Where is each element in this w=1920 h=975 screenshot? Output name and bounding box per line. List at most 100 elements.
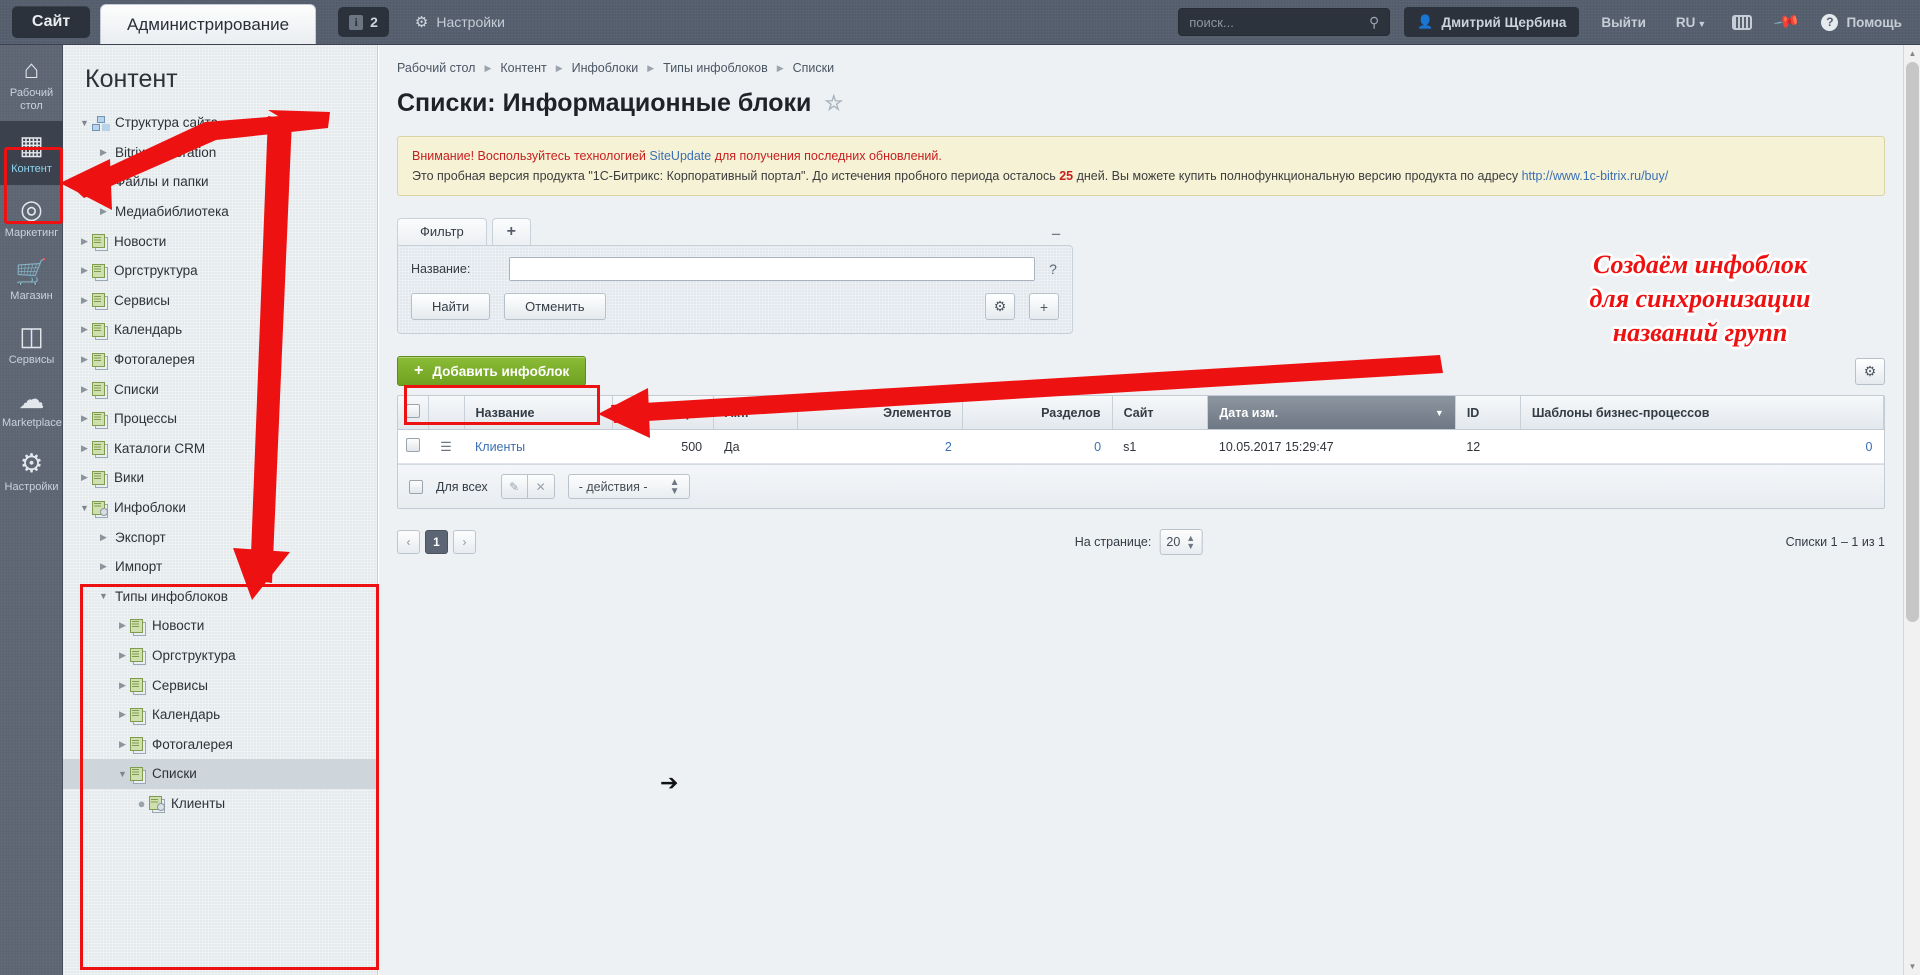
header-site[interactable]: Сайт <box>1112 396 1209 430</box>
header-active[interactable]: Акт. <box>713 396 799 430</box>
breadcrumb-item-content[interactable]: Контент <box>500 61 546 75</box>
edit-selected-button[interactable]: ✎ <box>500 474 528 499</box>
header-date-modified[interactable]: Дата изм. ▼ <box>1207 396 1456 430</box>
per-page-select[interactable]: 20 ▲ ▼ <box>1159 529 1203 555</box>
search-icon[interactable]: ⚲ <box>1369 14 1379 31</box>
twisty-closed-icon[interactable]: ▶ <box>77 472 92 483</box>
bullet-icon[interactable]: ● <box>134 796 149 811</box>
tree-node-новости[interactable]: ▶ Новости <box>63 226 377 256</box>
twisty-open-icon[interactable]: ▼ <box>96 591 111 601</box>
tree-node-типы-инфоблоков[interactable]: ▼ Типы инфоблоков <box>63 582 377 612</box>
collapse-filter-icon[interactable]: − <box>1051 225 1061 245</box>
rail-item-marketing[interactable]: ◎ Маркетинг <box>0 185 63 249</box>
search-box[interactable]: ⚲ <box>1178 8 1391 36</box>
tree-node-списки[interactable]: ▼ Списки <box>63 759 377 789</box>
language-switcher[interactable]: RU ▼ <box>1676 15 1706 30</box>
twisty-closed-icon[interactable]: ▶ <box>115 739 130 750</box>
breadcrumb-item-infoblock-types[interactable]: Типы инфоблоков <box>663 61 768 75</box>
row-menu-cell[interactable]: ☰ <box>428 429 464 464</box>
header-name[interactable]: Название <box>464 396 613 430</box>
search-input[interactable] <box>1189 14 1369 30</box>
rail-item-marketplace[interactable]: ☁ Marketplace <box>0 375 63 439</box>
row-menu-icon[interactable]: ☰ <box>440 439 452 454</box>
tree-node-каталоги-crm[interactable]: ▶ Каталоги CRM <box>63 434 377 464</box>
tree-node-сервисы[interactable]: ▶ Сервисы <box>63 286 377 316</box>
question-icon[interactable]: ? <box>1047 261 1059 277</box>
twisty-closed-icon[interactable]: ▶ <box>96 147 111 158</box>
siteupdate-link[interactable]: SiteUpdate <box>649 149 711 163</box>
page-1-button[interactable]: 1 <box>425 530 448 554</box>
cell-elements[interactable]: 2 <box>797 429 963 464</box>
tab-site[interactable]: Сайт <box>12 6 90 38</box>
cell-name[interactable]: Клиенты <box>464 429 613 464</box>
twisty-closed-icon[interactable]: ▶ <box>77 265 92 276</box>
tree-node-клиенты[interactable]: ● Клиенты <box>63 789 377 819</box>
twisty-closed-icon[interactable]: ▶ <box>115 709 130 720</box>
grid-settings-button[interactable]: ⚙ <box>1855 357 1885 385</box>
cancel-button[interactable]: Отменить <box>504 293 606 320</box>
header-select-all[interactable] <box>398 396 429 430</box>
pin-icon[interactable]: 📌 <box>1772 8 1801 37</box>
tree-node-списки[interactable]: ▶ Списки <box>63 374 377 404</box>
filter-name-input-wrap[interactable] <box>509 257 1035 281</box>
twisty-open-icon[interactable]: ▼ <box>77 503 92 513</box>
select-all-checkbox[interactable] <box>405 404 420 418</box>
breadcrumb-item-infoblocks[interactable]: Инфоблоки <box>572 61 639 75</box>
tree-node-сервисы[interactable]: ▶ Сервисы <box>63 670 377 700</box>
tree-node-структура-сайта[interactable]: ▼ Структура сайта <box>63 108 377 138</box>
vertical-scrollbar[interactable]: ▲ ▼ <box>1903 45 1920 975</box>
tab-administration[interactable]: Администрирование <box>100 4 317 44</box>
filter-settings-button[interactable]: ⚙ <box>985 293 1015 320</box>
filter-name-input[interactable] <box>510 258 1034 280</box>
actions-select[interactable]: - действия - ▲ ▼ <box>567 474 691 499</box>
header-sections[interactable]: Разделов <box>962 396 1113 430</box>
star-icon[interactable]: ☆ <box>824 91 843 116</box>
twisty-closed-icon[interactable]: ▶ <box>115 680 130 691</box>
rail-item-desktop[interactable]: ⌂ Рабочий стол <box>0 45 63 121</box>
scrollbar-thumb[interactable] <box>1906 62 1919 622</box>
tab-filter[interactable]: Фильтр <box>397 218 487 245</box>
caret-down-icon[interactable]: ▼ <box>1904 958 1920 975</box>
tree-node-инфоблоки[interactable]: ▼ Инфоблоки <box>63 493 377 523</box>
infoblock-name-link[interactable]: Клиенты <box>475 440 525 454</box>
add-filter-tab-button[interactable]: + <box>491 218 532 245</box>
row-checkbox-cell[interactable] <box>398 429 428 464</box>
caret-up-icon[interactable]: ▲ <box>1904 45 1920 62</box>
tree-node-фотогалерея[interactable]: ▶ Фотогалерея <box>63 345 377 375</box>
twisty-closed-icon[interactable]: ▶ <box>115 650 130 661</box>
tree-node-файлы-и-папки[interactable]: ▶ Файлы и папки <box>63 167 377 197</box>
tree-node-вики[interactable]: ▶ Вики <box>63 463 377 493</box>
twisty-open-icon[interactable]: ▼ <box>115 769 130 779</box>
rail-item-content[interactable]: ▦ Контент <box>0 121 63 185</box>
tree-node-экспорт[interactable]: ▶ Экспорт <box>63 522 377 552</box>
prev-page-button[interactable]: ‹ <box>397 530 420 554</box>
twisty-closed-icon[interactable]: ▶ <box>77 413 92 424</box>
header-sort[interactable]: Сорт. <box>612 396 714 430</box>
sections-link[interactable]: 0 <box>1094 440 1101 454</box>
header-id[interactable]: ID <box>1455 396 1521 430</box>
tree-node-bitrix-corporation[interactable]: ▶ Bitrix corporation <box>63 138 377 168</box>
tree-node-календарь[interactable]: ▶ Календарь <box>63 315 377 345</box>
breadcrumb-item-desktop[interactable]: Рабочий стол <box>397 61 475 75</box>
rail-item-services[interactable]: ◫ Сервисы <box>0 312 63 376</box>
tree-node-процессы[interactable]: ▶ Процессы <box>63 404 377 434</box>
twisty-closed-icon[interactable]: ▶ <box>77 236 92 247</box>
twisty-closed-icon[interactable]: ▶ <box>115 620 130 631</box>
delete-selected-button[interactable]: ✕ <box>527 474 555 499</box>
header-bp-templates[interactable]: Шаблоны бизнес-процессов <box>1520 396 1884 430</box>
twisty-closed-icon[interactable]: ▶ <box>77 295 92 306</box>
add-infoblock-button[interactable]: + Добавить инфоблок <box>397 356 587 386</box>
row-checkbox[interactable] <box>406 438 420 452</box>
tree-node-фотогалерея[interactable]: ▶ Фотогалерея <box>63 729 377 759</box>
twisty-closed-icon[interactable]: ▶ <box>77 384 92 395</box>
breadcrumb-item-lists[interactable]: Списки <box>793 61 834 75</box>
tree-node-медиабиблиотека[interactable]: ▶ Медиабиблиотека <box>63 197 377 227</box>
tree-node-оргструктура[interactable]: ▶ Оргструктура <box>63 641 377 671</box>
elements-link[interactable]: 2 <box>945 440 952 454</box>
bp-templates-link[interactable]: 0 <box>1866 440 1873 454</box>
header-elements[interactable]: Элементов <box>797 396 964 430</box>
select-all-rows-checkbox[interactable] <box>409 479 423 494</box>
user-menu-button[interactable]: 👤 Дмитрий Щербина <box>1404 7 1580 37</box>
tree-node-календарь[interactable]: ▶ Календарь <box>63 700 377 730</box>
twisty-closed-icon[interactable]: ▶ <box>96 532 111 543</box>
